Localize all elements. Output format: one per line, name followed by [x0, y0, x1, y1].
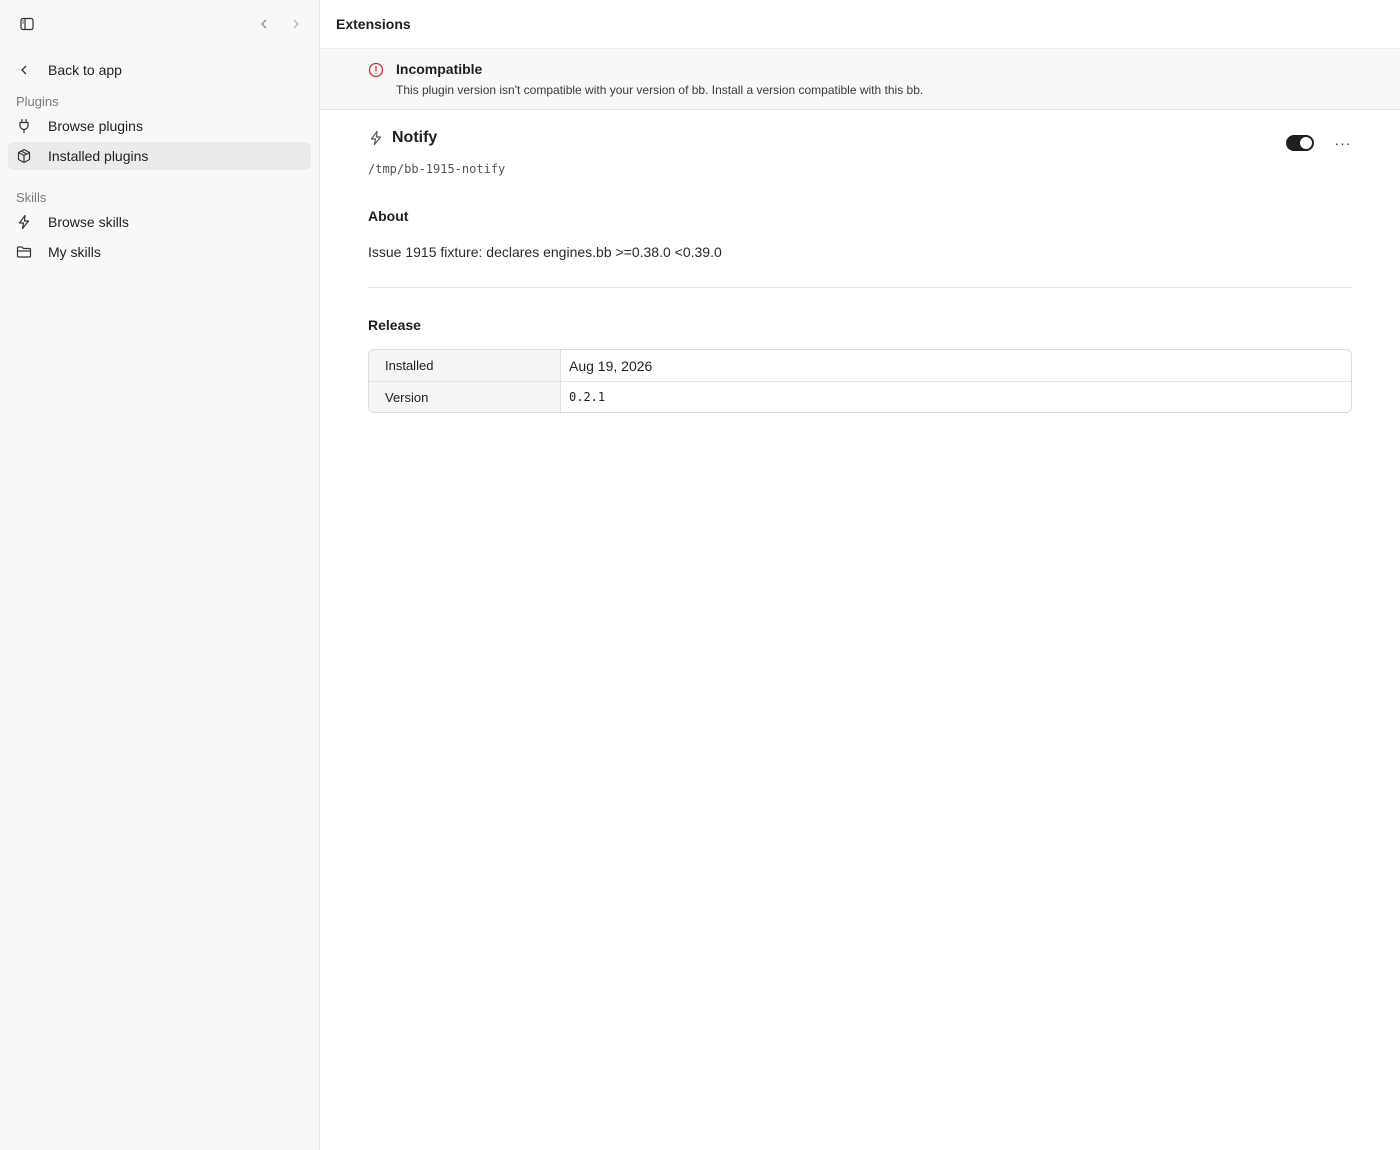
- alert-circle-icon: [368, 62, 384, 78]
- sidebar-item-browse-plugins[interactable]: Browse plugins: [8, 112, 311, 140]
- chevron-right-icon[interactable]: [287, 15, 305, 33]
- sidebar-item-label: Installed plugins: [48, 148, 149, 164]
- main-panel: Extensions Incompatible This plugin vers…: [320, 0, 1400, 1150]
- release-key: Version: [369, 382, 561, 412]
- plugin-title-group: Notify: [368, 129, 437, 147]
- sidebar-item-browse-skills[interactable]: Browse skills: [8, 208, 311, 236]
- table-row: Version 0.2.1: [369, 381, 1351, 412]
- lightning-icon: [368, 130, 384, 146]
- about-heading: About: [368, 208, 409, 224]
- sidebar-content: Back to app Plugins Browse plugins Insta…: [0, 48, 319, 266]
- toggle-knob: [1300, 137, 1312, 149]
- section-divider: [368, 287, 1352, 288]
- release-value: 0.2.1: [569, 390, 606, 404]
- sidebar-section-skills: Skills: [16, 189, 47, 205]
- sidebar: Back to app Plugins Browse plugins Insta…: [0, 0, 320, 1150]
- table-row: Installed Aug 19, 2026: [369, 350, 1351, 381]
- sidebar-item-my-skills[interactable]: My skills: [8, 238, 311, 266]
- package-icon: [16, 148, 32, 164]
- plug-icon: [16, 118, 32, 134]
- app-root: Back to app Plugins Browse plugins Insta…: [0, 0, 1400, 1150]
- plugin-detail: Notify ··· /tmp/bb-1915-notify About Iss…: [320, 110, 1400, 413]
- chevron-left-icon: [16, 62, 32, 78]
- sidebar-item-installed-plugins[interactable]: Installed plugins: [8, 142, 311, 170]
- back-to-app-label: Back to app: [48, 62, 122, 78]
- back-to-app-link[interactable]: Back to app: [8, 56, 311, 84]
- sidebar-section-plugins: Plugins: [16, 93, 59, 109]
- page-title: Extensions: [336, 16, 411, 32]
- plugin-header: Notify ···: [368, 110, 1352, 166]
- release-key: Installed: [369, 350, 561, 381]
- incompatible-banner: Incompatible This plugin version isn't c…: [320, 48, 1400, 110]
- sidebar-toggle-icon[interactable]: [18, 15, 36, 33]
- plugin-actions: ···: [1286, 135, 1352, 151]
- plugin-path: /tmp/bb-1915-notify: [368, 162, 506, 176]
- plugin-enable-toggle[interactable]: [1286, 135, 1314, 151]
- banner-description: This plugin version isn't compatible wit…: [396, 83, 924, 97]
- about-text: Issue 1915 fixture: declares engines.bb …: [368, 244, 722, 260]
- history-nav: [255, 15, 305, 33]
- banner-title: Incompatible: [396, 61, 483, 77]
- more-options-button[interactable]: ···: [1334, 135, 1352, 151]
- release-heading: Release: [368, 317, 421, 333]
- sidebar-item-label: Browse skills: [48, 214, 129, 230]
- folder-icon: [16, 244, 32, 260]
- sidebar-item-label: My skills: [48, 244, 101, 260]
- banner-text: Incompatible This plugin version isn't c…: [396, 61, 923, 109]
- chevron-left-icon[interactable]: [255, 15, 273, 33]
- release-value: Aug 19, 2026: [569, 357, 653, 374]
- release-table: Installed Aug 19, 2026 Version 0.2.1: [368, 349, 1352, 413]
- sidebar-item-label: Browse plugins: [48, 118, 143, 134]
- plugin-name: Notify: [392, 129, 438, 146]
- sidebar-toolbar: [0, 0, 319, 48]
- lightning-icon: [16, 214, 32, 230]
